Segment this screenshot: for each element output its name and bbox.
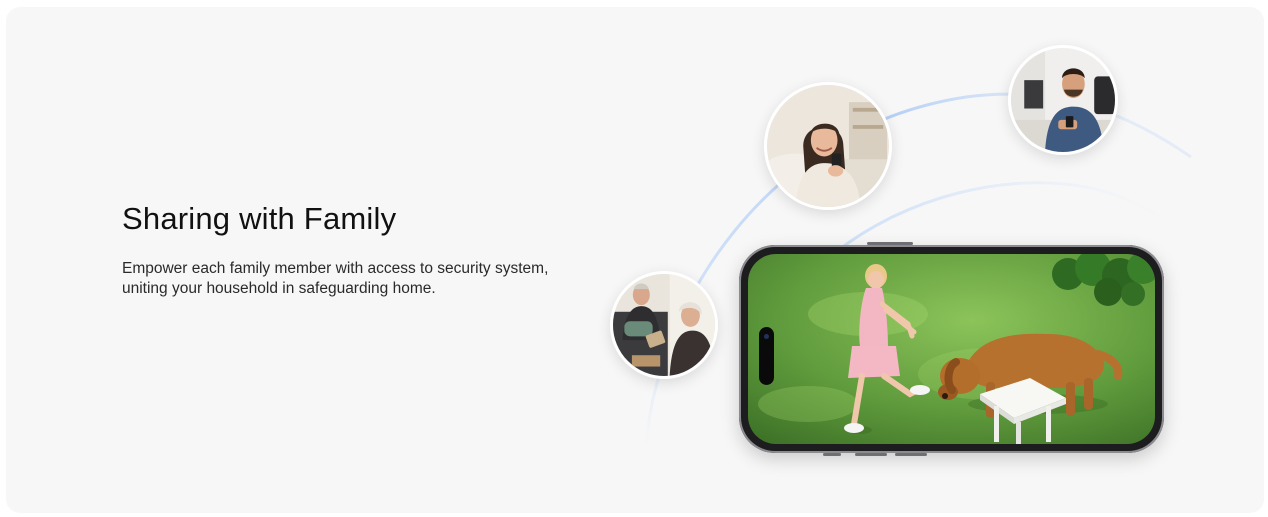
dynamic-island: [759, 327, 774, 385]
front-camera-icon: [764, 334, 769, 339]
phone-top-button: [867, 242, 913, 245]
feature-text: Sharing with Family Empower each family …: [122, 199, 562, 299]
feature-card: Sharing with Family Empower each family …: [6, 7, 1264, 513]
section-title: Sharing with Family: [122, 201, 397, 236]
avatar-elderly-couple: [610, 271, 718, 379]
woman-photo: [767, 85, 889, 207]
couple-photo: [613, 274, 715, 376]
phone-bottom-button-2: [855, 453, 887, 456]
camera-feed-screen: [748, 254, 1155, 444]
avatar-man-at-desk: [1008, 45, 1118, 155]
phone-bottom-button-3: [895, 453, 927, 456]
avatar-woman-on-couch: [764, 82, 892, 210]
phone-bottom-button-1: [823, 453, 841, 456]
smartphone: [739, 242, 1164, 456]
girl-and-dog-scene: [748, 254, 1155, 444]
man-photo: [1011, 48, 1115, 152]
section-description: Empower each family member with access t…: [122, 260, 549, 297]
